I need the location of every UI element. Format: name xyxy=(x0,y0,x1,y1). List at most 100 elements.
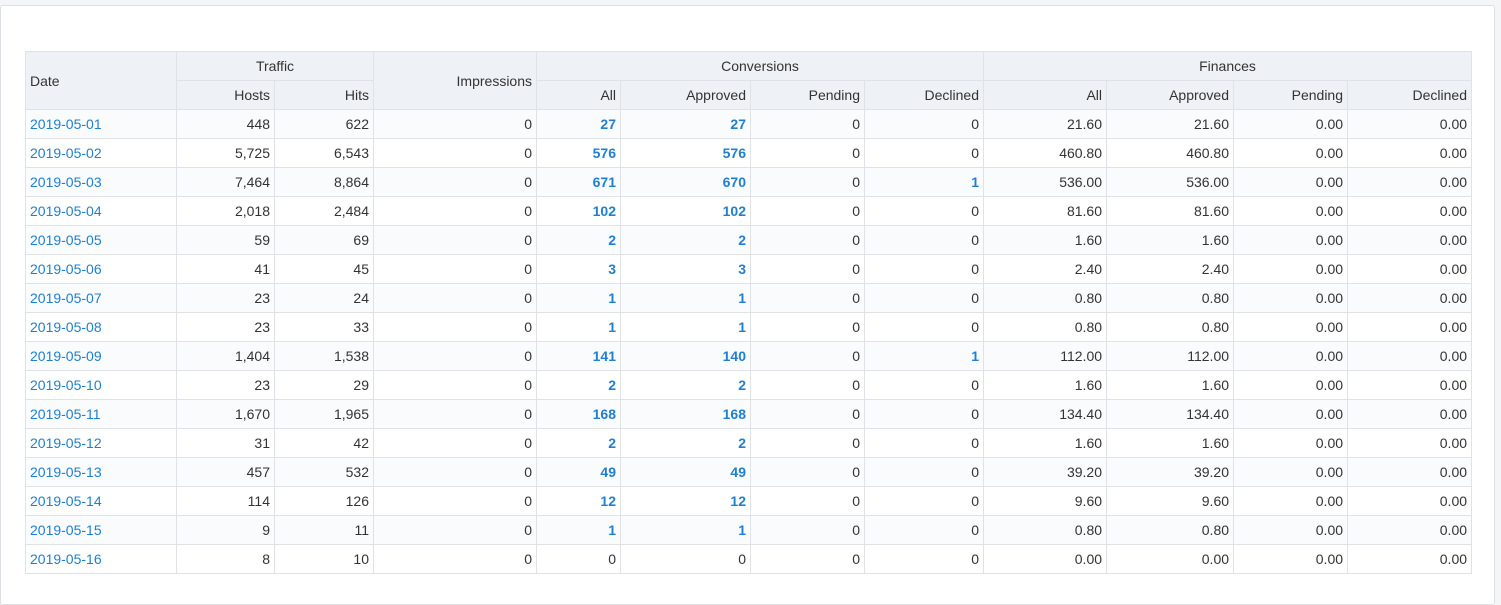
cell-conversions-approved-link[interactable]: 168 xyxy=(723,406,746,422)
cell-finances-approved: 2.40 xyxy=(1106,254,1235,284)
cell-conversions-approved-link[interactable]: 102 xyxy=(723,203,746,219)
cell-date-link[interactable]: 2019-05-14 xyxy=(30,493,102,509)
cell-finances-pending: 0.00 xyxy=(1233,544,1349,574)
cell-conversions-declined-link[interactable]: 1 xyxy=(971,174,979,190)
col-header-conversions-pending[interactable]: Pending xyxy=(750,80,865,110)
cell-date-link[interactable]: 2019-05-12 xyxy=(30,435,102,451)
col-header-date[interactable]: Date xyxy=(25,51,177,110)
cell-finances-declined: 0.00 xyxy=(1347,370,1473,400)
cell-conversions-approved-link[interactable]: 27 xyxy=(730,116,746,132)
cell-conversions-approved-link[interactable]: 1 xyxy=(738,290,746,306)
col-header-hosts[interactable]: Hosts xyxy=(176,80,275,110)
cell-conversions-all-link[interactable]: 168 xyxy=(593,406,616,422)
cell-date-link[interactable]: 2019-05-03 xyxy=(30,174,102,190)
cell-date-link[interactable]: 2019-05-05 xyxy=(30,232,102,248)
cell-conversions-all: 0 xyxy=(536,544,621,574)
cell-conversions-pending: 0 xyxy=(750,312,865,342)
cell-impressions: 0 xyxy=(373,225,537,255)
cell-finances-declined: 0.00 xyxy=(1347,254,1473,284)
table-row: 2019-05-06 41 45 0 3 3 0 0 2.40 2.40 0.00 0.00 xyxy=(25,254,1473,284)
cell-conversions-all-link[interactable]: 3 xyxy=(608,261,616,277)
cell-date-link[interactable]: 2019-05-04 xyxy=(30,203,102,219)
cell-conversions-approved-link[interactable]: 2 xyxy=(738,377,746,393)
cell-conversions-approved-link[interactable]: 140 xyxy=(723,348,746,364)
cell-date-link[interactable]: 2019-05-13 xyxy=(30,464,102,480)
col-header-conversions-declined[interactable]: Declined xyxy=(863,80,985,110)
cell-finances-pending: 0.00 xyxy=(1233,225,1349,255)
col-header-finances-all[interactable]: All xyxy=(983,80,1108,110)
col-header-impressions[interactable]: Impressions xyxy=(373,51,537,110)
cell-conversions-approved-link[interactable]: 1 xyxy=(738,319,746,335)
col-header-finances-approved[interactable]: Approved xyxy=(1106,80,1235,110)
cell-conversions-declined-link[interactable]: 1 xyxy=(971,348,979,364)
cell-conversions-declined: 1 xyxy=(863,167,985,197)
col-header-finances-pending[interactable]: Pending xyxy=(1233,80,1349,110)
cell-finances-pending: 0.00 xyxy=(1233,428,1349,458)
cell-conversions-pending: 0 xyxy=(750,167,865,197)
cell-conversions-all-link[interactable]: 49 xyxy=(600,464,616,480)
cell-conversions-approved: 49 xyxy=(620,457,751,487)
cell-conversions-all-link[interactable]: 671 xyxy=(593,174,616,190)
cell-conversions-approved-link[interactable]: 576 xyxy=(723,145,746,161)
cell-date-link[interactable]: 2019-05-16 xyxy=(30,551,102,567)
header-row-groups: Date Traffic Impressions Conversions Fin… xyxy=(25,51,1473,110)
cell-impressions: 0 xyxy=(373,283,537,313)
cell-date-link[interactable]: 2019-05-01 xyxy=(30,116,102,132)
cell-finances-all: 0.80 xyxy=(983,515,1108,545)
cell-conversions-all-link[interactable]: 2 xyxy=(608,377,616,393)
cell-conversions-approved: 3 xyxy=(620,254,751,284)
cell-conversions-declined: 0 xyxy=(863,138,985,168)
cell-date-link[interactable]: 2019-05-08 xyxy=(30,319,102,335)
cell-conversions-approved: 1 xyxy=(620,312,751,342)
col-header-hits[interactable]: Hits xyxy=(274,80,374,110)
stats-panel: Date Traffic Impressions Conversions Fin… xyxy=(0,5,1495,605)
cell-conversions-all-link[interactable]: 1 xyxy=(608,522,616,538)
cell-date: 2019-05-15 xyxy=(25,515,177,545)
cell-conversions-pending: 0 xyxy=(750,544,865,574)
col-header-conversions-approved[interactable]: Approved xyxy=(620,80,751,110)
cell-conversions-declined: 1 xyxy=(863,341,985,371)
cell-hits: 126 xyxy=(274,486,374,516)
table-row: 2019-05-11 1,670 1,965 0 168 168 0 0 134.40 134.4… xyxy=(25,399,1473,429)
cell-date-link[interactable]: 2019-05-15 xyxy=(30,522,102,538)
cell-conversions-approved-link[interactable]: 49 xyxy=(730,464,746,480)
cell-conversions-declined: 0 xyxy=(863,399,985,429)
cell-conversions-approved-link[interactable]: 12 xyxy=(730,493,746,509)
cell-date: 2019-05-05 xyxy=(25,225,177,255)
group-header-finances: Finances xyxy=(983,51,1473,81)
cell-date-link[interactable]: 2019-05-09 xyxy=(30,348,102,364)
cell-conversions-all-link[interactable]: 2 xyxy=(608,435,616,451)
cell-conversions-approved-link[interactable]: 670 xyxy=(723,174,746,190)
cell-conversions-approved-link[interactable]: 2 xyxy=(738,232,746,248)
cell-conversions-approved: 670 xyxy=(620,167,751,197)
cell-conversions-all-link[interactable]: 1 xyxy=(608,290,616,306)
cell-conversions-approved-link[interactable]: 1 xyxy=(738,522,746,538)
cell-conversions-all: 2 xyxy=(536,225,621,255)
cell-conversions-approved-link[interactable]: 2 xyxy=(738,435,746,451)
cell-conversions-all-link[interactable]: 102 xyxy=(593,203,616,219)
cell-conversions-approved-link[interactable]: 3 xyxy=(738,261,746,277)
cell-conversions-all-link[interactable]: 141 xyxy=(593,348,616,364)
cell-date-link[interactable]: 2019-05-11 xyxy=(30,406,101,422)
cell-conversions-all-link[interactable]: 1 xyxy=(608,319,616,335)
cell-conversions-approved: 168 xyxy=(620,399,751,429)
cell-hits: 622 xyxy=(274,109,374,139)
cell-conversions-approved: 576 xyxy=(620,138,751,168)
cell-date: 2019-05-04 xyxy=(25,196,177,226)
cell-conversions-all-link[interactable]: 576 xyxy=(593,145,616,161)
col-header-finances-declined[interactable]: Declined xyxy=(1347,80,1473,110)
cell-conversions-all: 1 xyxy=(536,515,621,545)
cell-date-link[interactable]: 2019-05-07 xyxy=(30,290,102,306)
cell-conversions-approved: 12 xyxy=(620,486,751,516)
cell-impressions: 0 xyxy=(373,428,537,458)
col-header-conversions-all[interactable]: All xyxy=(536,80,621,110)
cell-finances-all: 536.00 xyxy=(983,167,1108,197)
cell-conversions-all-link[interactable]: 2 xyxy=(608,232,616,248)
cell-hits: 11 xyxy=(274,515,374,545)
cell-date: 2019-05-09 xyxy=(25,341,177,371)
cell-date-link[interactable]: 2019-05-10 xyxy=(30,377,102,393)
cell-date-link[interactable]: 2019-05-02 xyxy=(30,145,102,161)
cell-conversions-all-link[interactable]: 12 xyxy=(600,493,616,509)
cell-conversions-all-link[interactable]: 27 xyxy=(600,116,616,132)
cell-date-link[interactable]: 2019-05-06 xyxy=(30,261,102,277)
